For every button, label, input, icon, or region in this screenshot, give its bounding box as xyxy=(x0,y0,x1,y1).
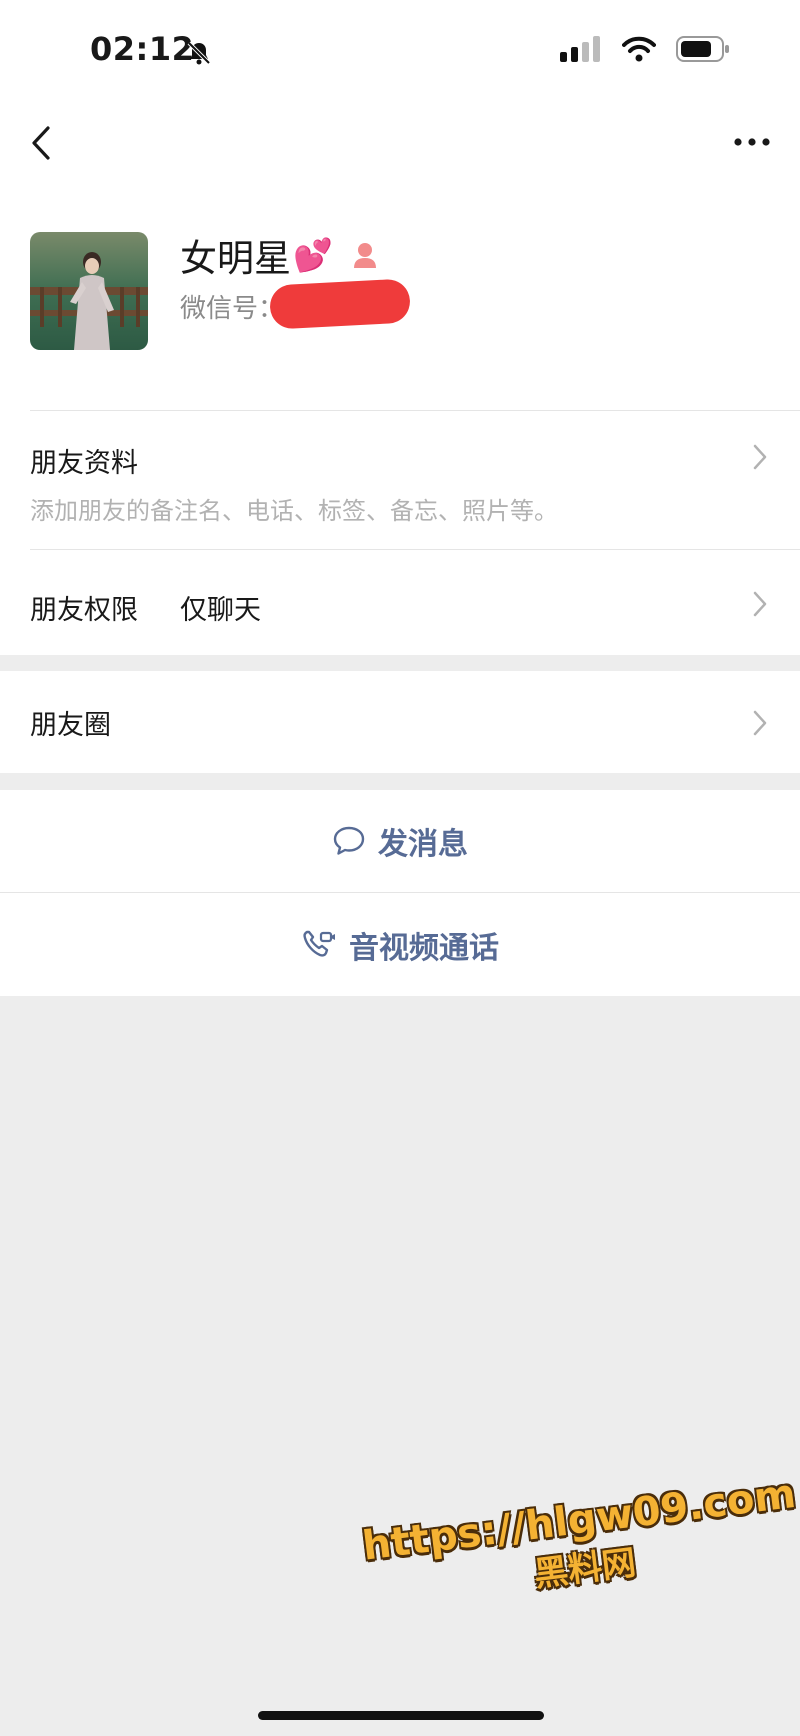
female-gender-icon xyxy=(353,243,376,268)
friend-info-row[interactable]: 朋友资料 添加朋友的备注名、电话、标签、备忘、照片等。 xyxy=(0,411,800,549)
permissions-value: 仅聊天 xyxy=(180,595,261,626)
chat-bubble-icon xyxy=(333,826,365,855)
status-time: 02:12 xyxy=(90,30,195,68)
permissions-title: 朋友权限 xyxy=(30,595,138,626)
back-chevron-icon[interactable] xyxy=(22,118,62,168)
more-options-icon[interactable] xyxy=(730,122,774,162)
home-indicator[interactable] xyxy=(258,1711,544,1720)
battery-icon xyxy=(676,36,729,62)
contact-name: 女明星 xyxy=(180,237,291,280)
redaction-mark xyxy=(268,278,412,330)
avatar[interactable] xyxy=(30,232,148,350)
chevron-right-icon xyxy=(753,444,767,470)
status-icons xyxy=(560,36,730,62)
send-message-button[interactable]: 发消息 xyxy=(0,790,800,892)
moments-row[interactable]: 朋友圈 xyxy=(0,671,800,773)
wechat-id-label: 微信号： xyxy=(180,294,285,324)
mute-bell-icon xyxy=(187,41,211,65)
permissions-row[interactable]: 朋友权限 仅聊天 xyxy=(0,550,800,655)
chevron-right-icon xyxy=(753,591,767,617)
chevron-right-icon xyxy=(753,710,767,736)
name-row: 女明星 💕 xyxy=(180,228,379,282)
wifi-icon xyxy=(622,36,656,62)
video-call-button[interactable]: 音视频通话 xyxy=(0,893,800,996)
signal-icon xyxy=(560,36,600,62)
watermark: https://hlgw09.com 黑料网 xyxy=(360,1471,800,1616)
send-message-label: 发消息 xyxy=(378,827,468,862)
video-call-label: 音视频通话 xyxy=(349,930,499,966)
heart-emoji: 💕 xyxy=(293,236,333,274)
moments-title: 朋友圈 xyxy=(30,710,111,741)
friend-info-title: 朋友资料 xyxy=(30,448,138,479)
phone-video-icon xyxy=(303,930,335,957)
friend-info-subtitle: 添加朋友的备注名、电话、标签、备忘、照片等。 xyxy=(30,497,558,525)
